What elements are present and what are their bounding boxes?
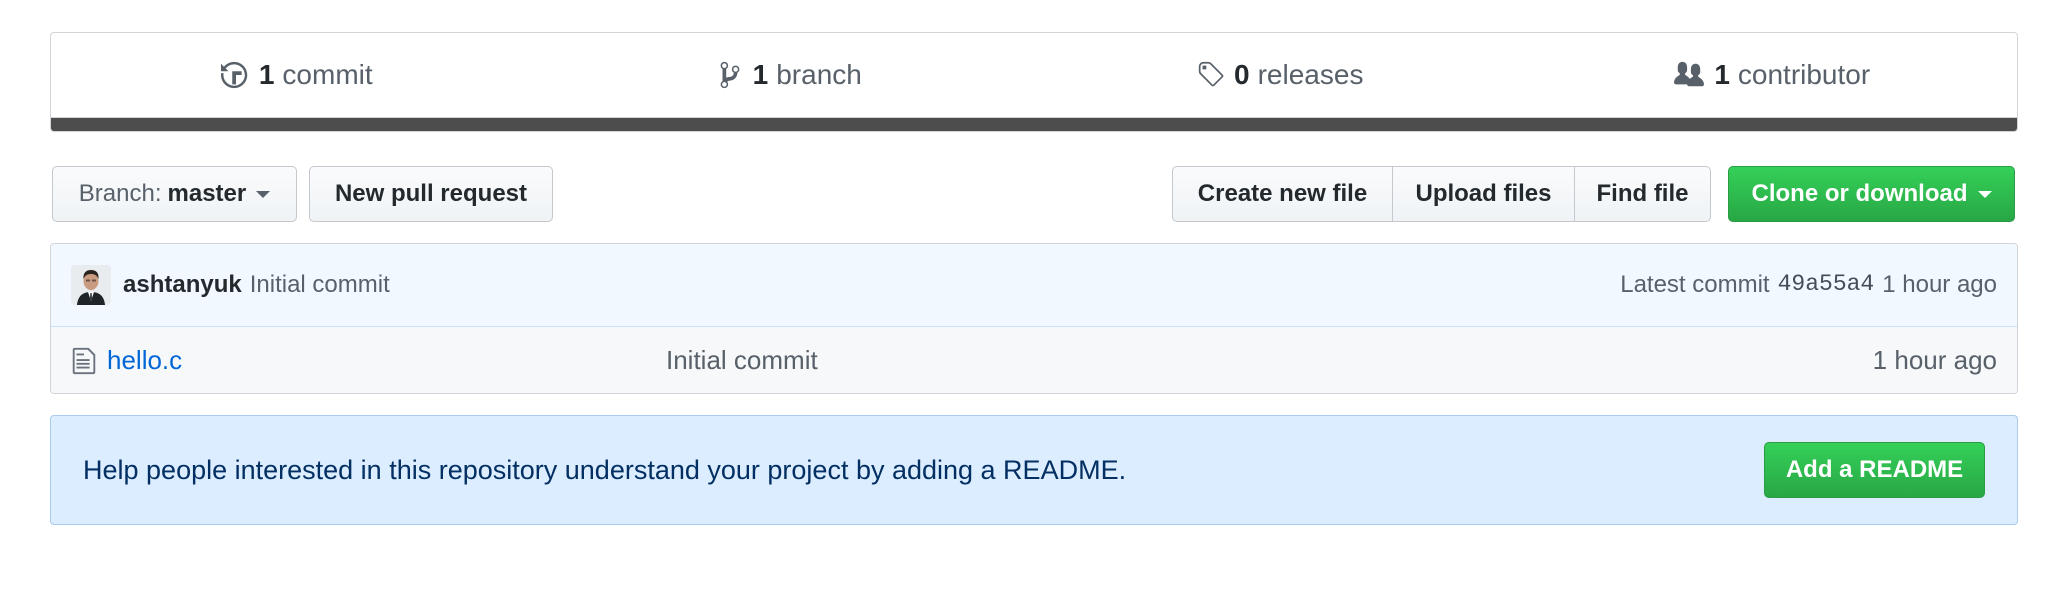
avatar[interactable] [71,265,111,305]
chevron-down-icon [1977,190,1992,198]
people-icon [1674,61,1705,87]
git-branch-icon [720,61,740,89]
readme-prompt-text: Help people interested in this repositor… [83,454,1127,485]
clone-label: Clone or download [1751,180,1968,207]
table-row: hello.c Initial commit 1 hour ago [51,327,2017,393]
latest-commit-prefix: Latest commit [1620,271,1770,298]
latest-commit-info: Latest commit 49a55a4 1 hour ago [1620,271,1997,299]
commit-label: commit [282,59,373,90]
file-commit-message[interactable]: Initial commit [666,345,818,376]
commit-count: 1 [258,59,275,90]
branch-prefix: Branch: [78,180,162,207]
tag-icon [1198,61,1224,87]
language-bar[interactable] [51,117,2017,131]
file-icon [72,347,96,374]
commits-link[interactable]: 1 commit [51,33,543,117]
branches-link[interactable]: 1 branch [543,33,1035,117]
commit-author[interactable]: ashtanyuk [123,271,242,299]
file-link[interactable]: hello.c [107,345,182,376]
commit-age: 1 hour ago [1882,271,1997,298]
branch-count: 1 [752,59,769,90]
commit-message[interactable]: Initial commit [250,271,390,299]
find-file-button[interactable]: Find file [1574,166,1711,222]
add-readme-button[interactable]: Add a README [1764,442,1985,498]
branch-select-button[interactable]: Branch: master [52,166,297,222]
readme-prompt: Help people interested in this repositor… [50,415,2018,525]
repo-summary: 1 commit 1 branch 0 releases 1 contribut… [50,32,2018,132]
contributors-link[interactable]: 1 contributor [1526,33,2018,117]
contributor-count: 1 [1714,59,1730,90]
file-table: ashtanyuk Initial commit Latest commit 4… [50,243,2018,394]
file-age: 1 hour ago [1872,345,1997,375]
create-new-file-button[interactable]: Create new file [1172,166,1393,222]
upload-files-button[interactable]: Upload files [1392,166,1575,222]
release-count: 0 [1234,59,1250,90]
commit-sha[interactable]: 49a55a4 [1778,271,1875,299]
clone-or-download-button[interactable]: Clone or download [1728,166,2015,222]
contributor-label: contributor [1737,59,1871,90]
releases-link[interactable]: 0 releases [1034,33,1526,117]
new-pull-request-button[interactable]: New pull request [309,166,553,222]
chevron-down-icon [256,190,271,198]
history-icon [220,61,248,89]
latest-commit-bar: ashtanyuk Initial commit Latest commit 4… [51,244,2017,327]
release-label: releases [1257,59,1364,90]
branch-name: master [167,180,247,207]
branch-label: branch [776,59,862,90]
